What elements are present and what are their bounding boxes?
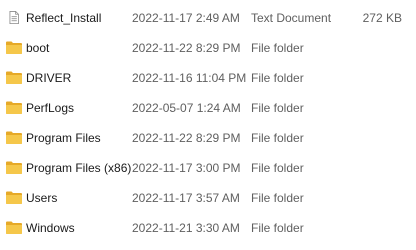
folder-icon	[6, 221, 22, 234]
file-date-modified: 2022-11-16 11:04 PM	[132, 71, 247, 85]
text-document-icon	[9, 11, 19, 24]
file-size: 272 KB	[362, 11, 402, 25]
file-type: File folder	[251, 221, 304, 235]
file-type: Text Document	[251, 11, 332, 25]
file-name: Windows	[26, 221, 75, 235]
folder-icon	[6, 131, 22, 144]
file-row-windows[interactable]: Windows 2022-11-21 3:30 AM File folder	[0, 213, 416, 243]
file-type: File folder	[251, 71, 304, 85]
file-row-program-files[interactable]: Program Files 2022-11-22 8:29 PM File fo…	[0, 123, 416, 153]
folder-icon	[6, 41, 22, 54]
file-name: DRIVER	[26, 71, 72, 85]
folder-icon	[6, 191, 22, 204]
file-row-driver[interactable]: DRIVER 2022-11-16 11:04 PM File folder	[0, 63, 416, 93]
file-list: Reflect_Install 2022-11-17 2:49 AM Text …	[0, 3, 416, 243]
file-date-modified: 2022-11-22 8:29 PM	[132, 131, 241, 145]
file-date-modified: 2022-11-17 3:00 PM	[132, 161, 241, 175]
file-name: Program Files	[26, 131, 101, 145]
file-type: File folder	[251, 101, 304, 115]
folder-icon	[6, 161, 22, 174]
file-type: File folder	[251, 161, 304, 175]
file-name: Reflect_Install	[26, 11, 102, 25]
file-date-modified: 2022-11-17 3:57 AM	[132, 191, 240, 205]
file-date-modified: 2022-11-22 8:29 PM	[132, 41, 241, 55]
file-name: Users	[26, 191, 58, 205]
file-date-modified: 2022-05-07 1:24 AM	[132, 101, 241, 115]
file-row-users[interactable]: Users 2022-11-17 3:57 AM File folder	[0, 183, 416, 213]
file-name: PerfLogs	[26, 101, 75, 115]
file-row-boot[interactable]: boot 2022-11-22 8:29 PM File folder	[0, 33, 416, 63]
file-date-modified: 2022-11-21 3:30 AM	[132, 221, 240, 235]
file-date-modified: 2022-11-17 2:49 AM	[132, 11, 240, 25]
file-name: boot	[26, 41, 50, 55]
file-row-reflect-install[interactable]: Reflect_Install 2022-11-17 2:49 AM Text …	[0, 3, 416, 33]
folder-icon	[6, 101, 22, 114]
file-type: File folder	[251, 131, 304, 145]
folder-icon	[6, 71, 22, 84]
file-name: Program Files (x86)	[26, 161, 132, 175]
file-type: File folder	[251, 191, 304, 205]
file-row-perflogs[interactable]: PerfLogs 2022-05-07 1:24 AM File folder	[0, 93, 416, 123]
file-type: File folder	[251, 41, 304, 55]
file-row-program-files-x86[interactable]: Program Files (x86) 2022-11-17 3:00 PM F…	[0, 153, 416, 183]
